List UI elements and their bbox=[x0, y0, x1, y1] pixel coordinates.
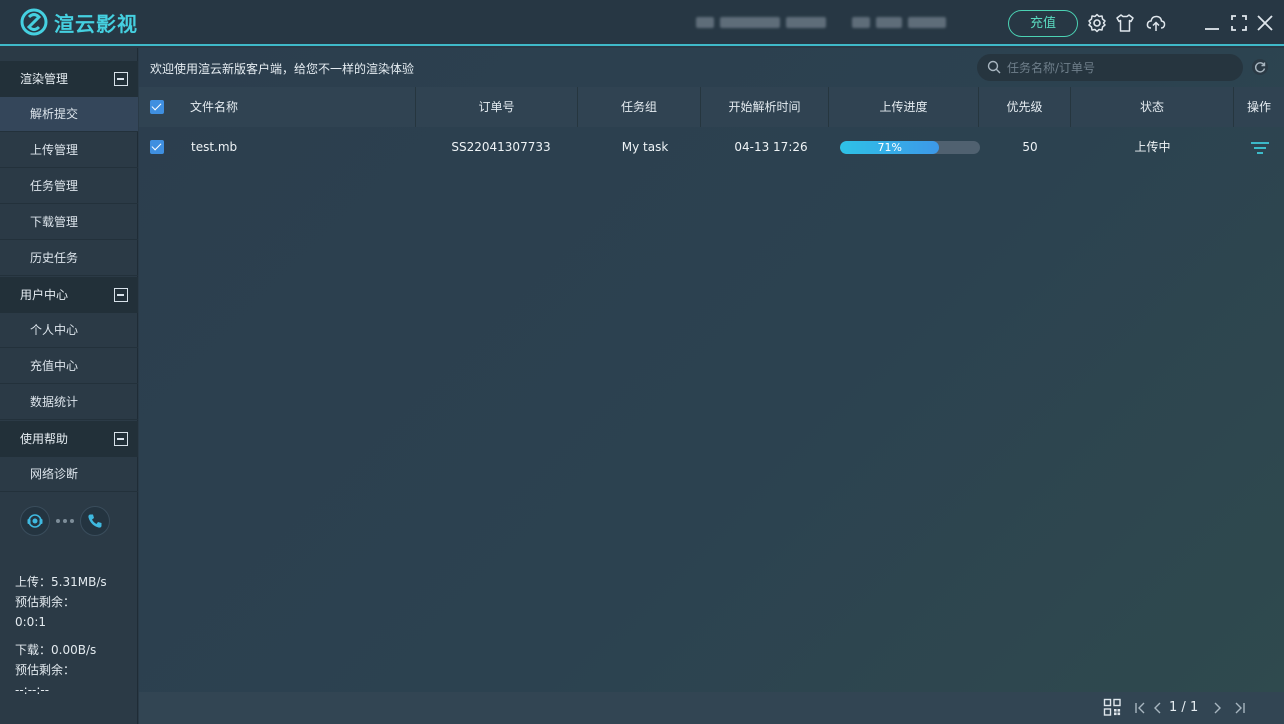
nav-group-label: 使用帮助 bbox=[20, 432, 69, 446]
cell-status: 上传中 bbox=[1134, 140, 1171, 154]
nav-group-render-management[interactable]: 渲染管理 bbox=[0, 61, 138, 97]
column-header-upload-progress[interactable]: 上传进度 bbox=[829, 87, 979, 127]
cell-start-time: 04-13 17:26 bbox=[734, 140, 808, 154]
upload-progress-label: 71% bbox=[877, 141, 902, 154]
upload-eta-value: 0:0:1 bbox=[15, 615, 46, 629]
cell-task-group: My task bbox=[621, 140, 669, 154]
main-panel: 欢迎使用渲云新版客户端，给您不一样的渲染体验 文件名称 订单号 任务组 开始解析… bbox=[139, 48, 1284, 724]
column-header-file-name[interactable]: 文件名称 bbox=[177, 87, 416, 127]
sidebar-item-network-diagnosis[interactable]: 网络诊断 bbox=[0, 457, 138, 492]
phone-icon[interactable] bbox=[80, 506, 110, 536]
column-header-priority[interactable]: 优先级 bbox=[979, 87, 1071, 127]
table-header: 文件名称 订单号 任务组 开始解析时间 上传进度 优先级 状态 操作 bbox=[139, 87, 1284, 127]
close-icon[interactable] bbox=[1255, 13, 1275, 33]
app-title: 渲云影视 bbox=[54, 12, 138, 36]
column-header-status[interactable]: 状态 bbox=[1071, 87, 1234, 127]
download-eta-label: 预估剩余： bbox=[15, 663, 76, 677]
next-page-icon[interactable] bbox=[1209, 700, 1225, 716]
cloud-upload-icon[interactable] bbox=[1146, 13, 1166, 33]
current-page: 1 bbox=[1169, 700, 1178, 715]
table-row[interactable]: test.mb SS22041307733 My task 04-13 17:2… bbox=[139, 128, 1284, 166]
column-header-order-no[interactable]: 订单号 bbox=[416, 87, 578, 127]
download-label: 下载： bbox=[15, 643, 52, 657]
recharge-button[interactable]: 充值 bbox=[1008, 10, 1078, 37]
sidebar: 渲染管理 解析提交 上传管理 任务管理 下载管理 历史任务 用户中心 个人中心 … bbox=[0, 48, 138, 724]
sidebar-item-download-management[interactable]: 下载管理 bbox=[0, 205, 138, 240]
upload-label: 上传： bbox=[15, 575, 52, 589]
search-icon bbox=[987, 60, 1001, 74]
upload-speed: 5.31MB/s bbox=[51, 575, 107, 589]
search-input[interactable] bbox=[1007, 54, 1232, 81]
select-all-checkbox[interactable] bbox=[150, 100, 164, 114]
filter-menu-icon[interactable] bbox=[1250, 141, 1270, 155]
nav-group-label: 渲染管理 bbox=[20, 72, 69, 86]
refresh-icon[interactable] bbox=[1251, 58, 1269, 76]
nav-group-help[interactable]: 使用帮助 bbox=[0, 421, 138, 457]
nav-group-user-center[interactable]: 用户中心 bbox=[0, 277, 138, 313]
welcome-message: 欢迎使用渲云新版客户端，给您不一样的渲染体验 bbox=[150, 62, 415, 76]
title-bar: 渲云影视 充值 bbox=[0, 0, 1284, 46]
grid-view-icon[interactable] bbox=[1103, 698, 1122, 717]
sidebar-item-parse-submit[interactable]: 解析提交 bbox=[0, 97, 138, 132]
page-indicator: 1 / 1 bbox=[1169, 700, 1198, 715]
settings-gear-icon[interactable] bbox=[1087, 13, 1107, 33]
cell-file-name: test.mb bbox=[191, 140, 238, 154]
support-contacts bbox=[20, 506, 110, 536]
maximize-icon[interactable] bbox=[1229, 13, 1249, 33]
upload-progress-bar: 71% bbox=[840, 141, 980, 154]
upload-eta-label: 预估剩余： bbox=[15, 595, 76, 609]
column-header-task-group[interactable]: 任务组 bbox=[578, 87, 701, 127]
more-dots-icon bbox=[56, 519, 74, 523]
download-eta-value: --:--:-- bbox=[15, 683, 50, 697]
collapse-minus-icon[interactable] bbox=[114, 288, 128, 302]
search-box bbox=[977, 54, 1243, 81]
cell-order-no: SS22041307733 bbox=[451, 140, 551, 154]
download-speed: 0.00B/s bbox=[51, 643, 97, 657]
sidebar-item-personal-center[interactable]: 个人中心 bbox=[0, 313, 138, 348]
column-header-start-time[interactable]: 开始解析时间 bbox=[701, 87, 829, 127]
total-pages: 1 bbox=[1189, 700, 1199, 715]
row-checkbox[interactable] bbox=[150, 140, 164, 154]
sidebar-item-data-statistics[interactable]: 数据统计 bbox=[0, 385, 138, 420]
cell-priority: 50 bbox=[1022, 140, 1038, 154]
download-stats: 下载：0.00B/s 预估剩余： --:--:-- bbox=[15, 640, 96, 700]
sidebar-item-history-tasks[interactable]: 历史任务 bbox=[0, 241, 138, 276]
page-separator: / bbox=[1181, 700, 1186, 715]
app-logo-icon bbox=[20, 8, 48, 36]
skin-shirt-icon[interactable] bbox=[1115, 13, 1135, 33]
first-page-icon[interactable] bbox=[1133, 700, 1149, 716]
column-header-actions: 操作 bbox=[1246, 100, 1271, 114]
user-info-redacted bbox=[696, 17, 946, 28]
prev-page-icon[interactable] bbox=[1150, 700, 1166, 716]
minimize-icon[interactable] bbox=[1202, 13, 1222, 33]
nav-group-label: 用户中心 bbox=[20, 288, 69, 302]
sidebar-item-recharge-center[interactable]: 充值中心 bbox=[0, 349, 138, 384]
collapse-minus-icon[interactable] bbox=[114, 72, 128, 86]
pagination-bar: 1 / 1 bbox=[139, 692, 1284, 724]
upload-stats: 上传：5.31MB/s 预估剩余： 0:0:1 bbox=[15, 572, 107, 632]
collapse-minus-icon[interactable] bbox=[114, 432, 128, 446]
sidebar-item-upload-management[interactable]: 上传管理 bbox=[0, 133, 138, 168]
sidebar-item-task-management[interactable]: 任务管理 bbox=[0, 169, 138, 204]
customer-service-icon[interactable] bbox=[20, 506, 50, 536]
last-page-icon[interactable] bbox=[1231, 700, 1247, 716]
